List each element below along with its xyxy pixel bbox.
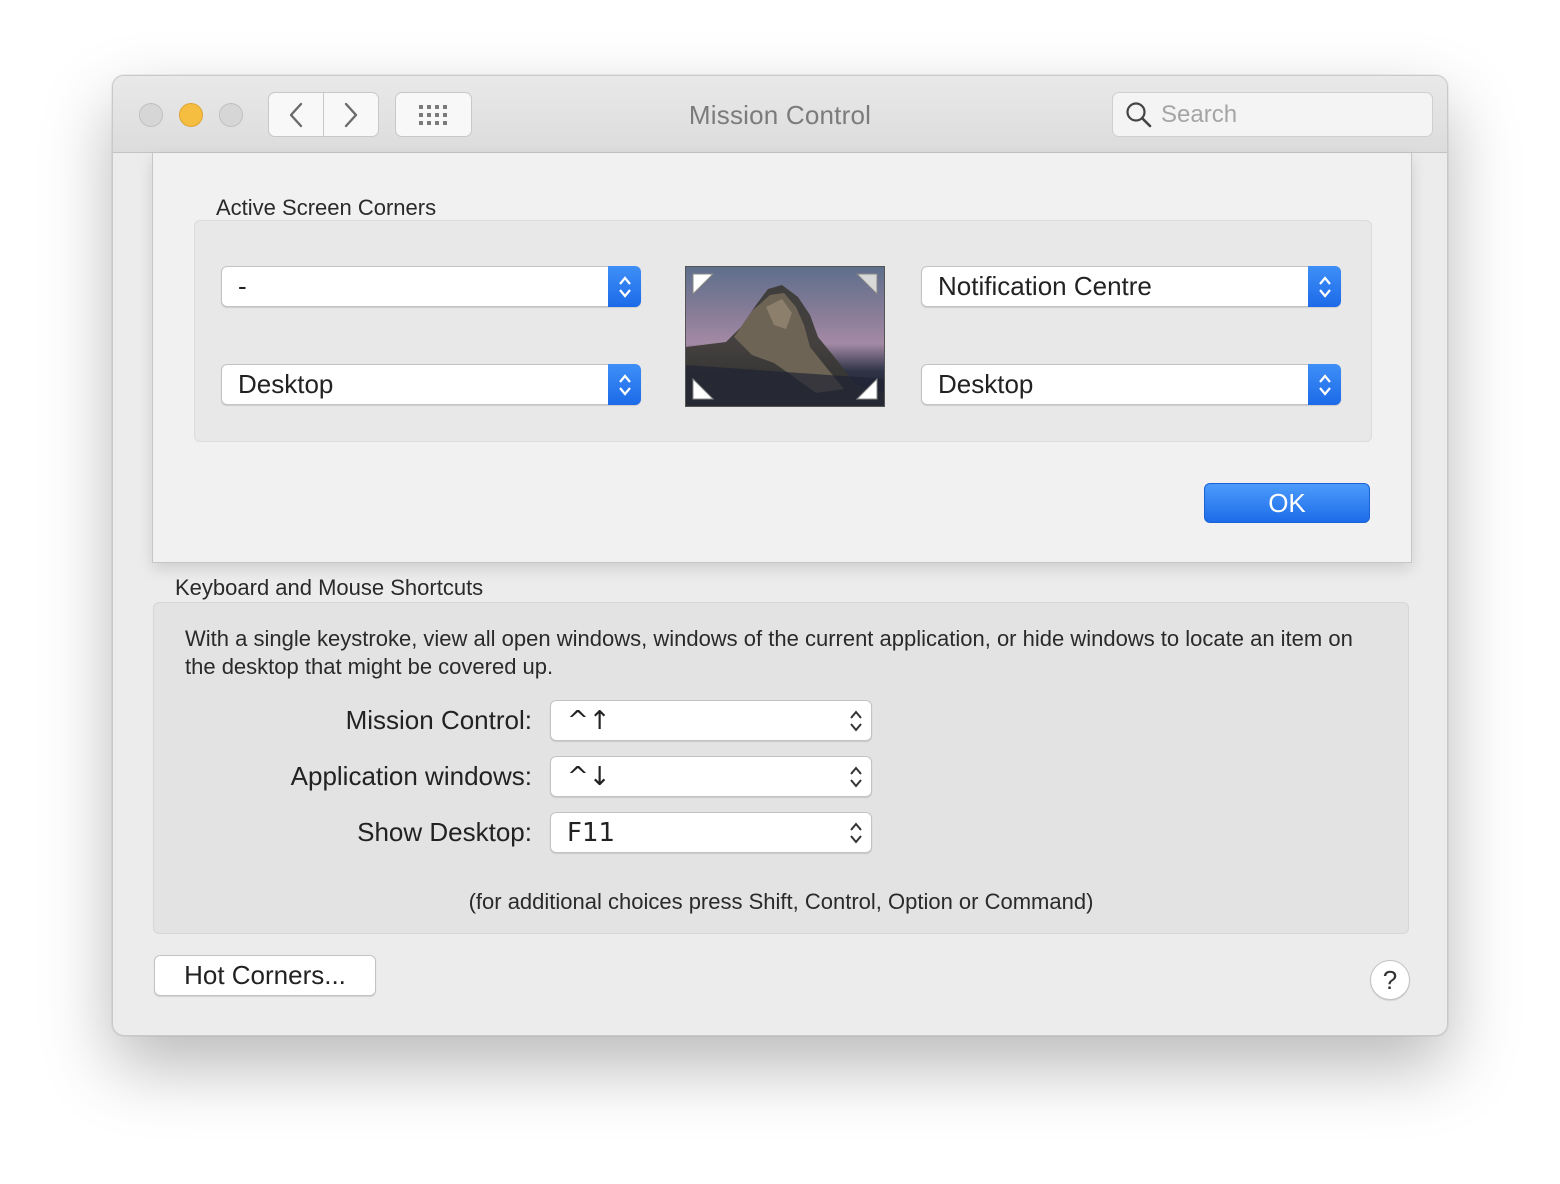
hot-corners-button[interactable]: Hot Corners... — [154, 955, 376, 996]
top-right-corner-popup[interactable]: Notification Centre — [921, 266, 1341, 307]
mission-control-shortcut-value: ^↑ — [567, 705, 611, 736]
popup-stepper-icon — [608, 266, 641, 307]
search-input[interactable] — [1161, 100, 1421, 129]
top-left-corner-icon — [692, 273, 714, 295]
updown-chevron-icon — [841, 764, 871, 790]
top-right-corner-value: Notification Centre — [938, 271, 1152, 301]
application-windows-shortcut-popup[interactable]: ^↓ — [550, 756, 872, 797]
top-left-corner-value: - — [238, 271, 247, 301]
sheet-title: Active Screen Corners — [216, 195, 437, 220]
mission-control-shortcut-popup[interactable]: ^↑ — [550, 700, 872, 741]
bottom-right-corner-icon — [856, 378, 878, 400]
top-left-corner-popup[interactable]: - — [221, 266, 641, 307]
search-field[interactable] — [1112, 92, 1433, 137]
show-desktop-shortcut-popup[interactable]: F11 — [550, 812, 872, 853]
popup-stepper-icon — [608, 364, 641, 405]
updown-chevron-icon — [841, 820, 871, 846]
ok-button[interactable]: OK — [1204, 483, 1370, 523]
show-desktop-shortcut-value: F11 — [567, 817, 616, 848]
title-bar: Mission Control — [113, 76, 1447, 153]
search-icon — [1125, 101, 1153, 129]
additional-choices-note: (for additional choices press Shift, Con… — [468, 889, 1094, 914]
bottom-right-corner-value: Desktop — [938, 369, 1034, 399]
desktop-preview-image — [685, 266, 885, 407]
bottom-right-corner-popup[interactable]: Desktop — [921, 364, 1341, 405]
bottom-left-corner-value: Desktop — [238, 369, 334, 399]
corners-panel: - Notification Centre Desktop Desktop — [194, 220, 1372, 442]
mission-control-shortcut-label: Mission Control: — [345, 705, 532, 735]
updown-chevron-icon — [841, 708, 871, 734]
bottom-left-corner-popup[interactable]: Desktop — [221, 364, 641, 405]
bottom-left-corner-icon — [692, 378, 714, 400]
top-right-corner-icon — [856, 273, 878, 295]
popup-stepper-icon — [1308, 364, 1341, 405]
shortcuts-section-title: Keyboard and Mouse Shortcuts — [175, 575, 484, 600]
screen-corners-sheet: Active Screen Corners - Notification Cen… — [152, 153, 1412, 563]
show-desktop-shortcut-label: Show Desktop: — [357, 817, 532, 847]
help-button[interactable]: ? — [1370, 960, 1410, 1000]
application-windows-shortcut-label: Application windows: — [290, 761, 532, 791]
application-windows-shortcut-value: ^↓ — [567, 761, 611, 792]
popup-stepper-icon — [1308, 266, 1341, 307]
preferences-window: Mission Control Active Screen Corners - … — [112, 75, 1448, 1036]
shortcuts-panel: With a single keystroke, view all open w… — [153, 602, 1409, 934]
shortcuts-description: With a single keystroke, view all open w… — [185, 626, 1353, 679]
